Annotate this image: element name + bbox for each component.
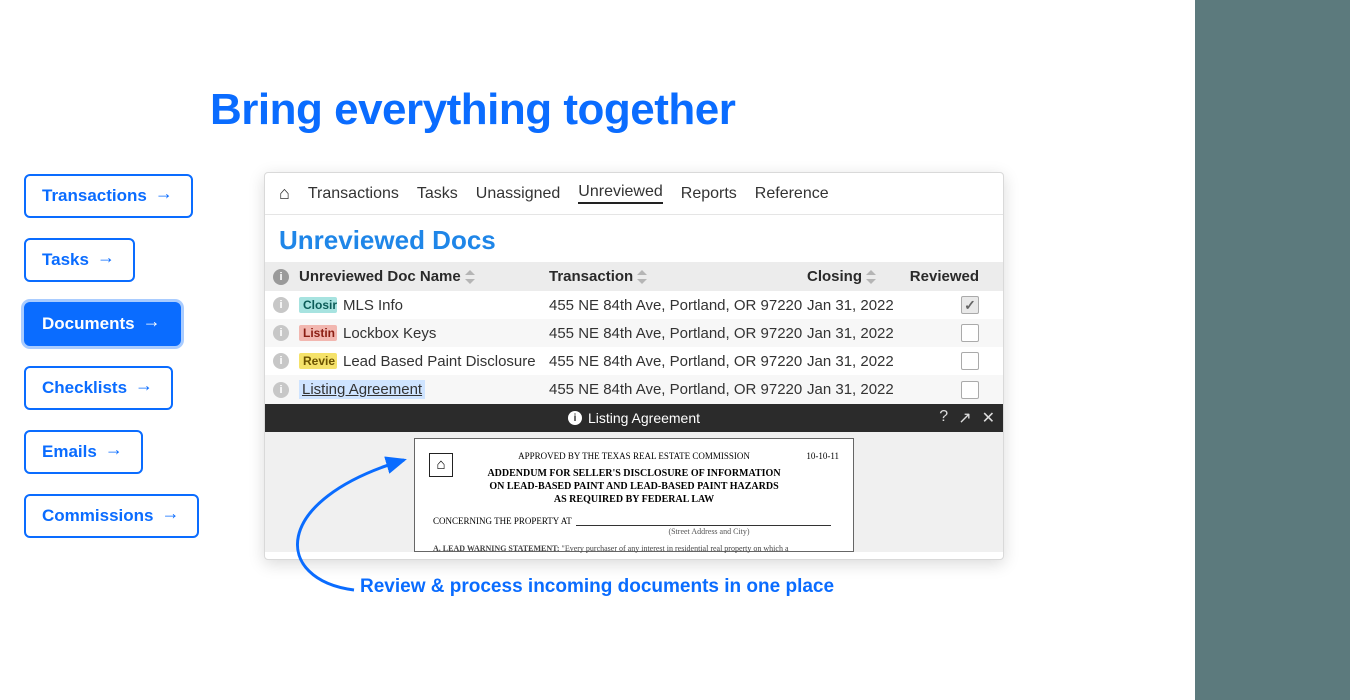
reviewed-checkbox[interactable] bbox=[961, 381, 979, 399]
reviewed-checkbox[interactable] bbox=[961, 352, 979, 370]
closing-cell: Jan 31, 2022 bbox=[807, 381, 899, 398]
preview-title: Listing Agreement bbox=[588, 410, 700, 426]
table-row[interactable]: i Revie Lead Based Paint Disclosure 455 … bbox=[265, 347, 1003, 375]
info-icon: i bbox=[568, 411, 582, 425]
reviewed-checkbox[interactable] bbox=[961, 296, 979, 314]
tab-label: Documents bbox=[42, 314, 135, 334]
tab-label: Tasks bbox=[42, 250, 89, 270]
doc-name: Listing Agreement bbox=[299, 380, 425, 399]
transaction-cell: 455 NE 84th Ave, Portland, OR 97220 bbox=[549, 353, 807, 370]
table-row[interactable]: i Listin Lockbox Keys 455 NE 84th Ave, P… bbox=[265, 319, 1003, 347]
doc-paragraph: A. LEAD WARNING STATEMENT: "Every purcha… bbox=[433, 544, 835, 553]
background-strip bbox=[1195, 0, 1350, 700]
document-page: 10-10-11 APPROVED BY THE TEXAS REAL ESTA… bbox=[414, 438, 854, 552]
arrow-right-icon bbox=[161, 509, 181, 523]
nav-reports[interactable]: Reports bbox=[681, 185, 737, 203]
nav-unreviewed[interactable]: Unreviewed bbox=[578, 183, 662, 204]
stage-tag: Listin bbox=[299, 325, 337, 341]
expand-icon[interactable]: ↗ bbox=[958, 408, 971, 428]
arrow-right-icon bbox=[155, 189, 175, 203]
tab-label: Transactions bbox=[42, 186, 147, 206]
page-headline: Bring everything together bbox=[210, 85, 735, 135]
help-icon[interactable]: ? bbox=[939, 408, 948, 428]
arrow-right-icon bbox=[143, 317, 163, 331]
table-row[interactable]: i Listing Agreement 455 NE 84th Ave, Por… bbox=[265, 375, 1003, 404]
field-sub: (Street Address and City) bbox=[433, 527, 835, 536]
tab-label: Commissions bbox=[42, 506, 153, 526]
info-icon: i bbox=[273, 297, 289, 313]
annotation-arrow bbox=[264, 440, 434, 600]
panel-title: Unreviewed Docs bbox=[265, 215, 1003, 262]
col-closing[interactable]: Closing bbox=[807, 268, 899, 285]
doc-name: Lockbox Keys bbox=[343, 325, 436, 342]
tab-label: Checklists bbox=[42, 378, 127, 398]
tab-tasks[interactable]: Tasks bbox=[24, 238, 135, 282]
nav-reference[interactable]: Reference bbox=[755, 185, 829, 203]
tab-checklists[interactable]: Checklists bbox=[24, 366, 173, 410]
closing-cell: Jan 31, 2022 bbox=[807, 325, 899, 342]
tab-documents[interactable]: Documents bbox=[24, 302, 181, 346]
concerning-field: CONCERNING THE PROPERTY AT bbox=[433, 516, 835, 526]
closing-cell: Jan 31, 2022 bbox=[807, 353, 899, 370]
tab-commissions[interactable]: Commissions bbox=[24, 494, 199, 538]
sort-icon bbox=[866, 270, 876, 284]
info-icon: i bbox=[273, 269, 289, 285]
info-icon: i bbox=[273, 353, 289, 369]
blank-line bbox=[576, 516, 831, 526]
col-transaction[interactable]: Transaction bbox=[549, 268, 807, 285]
feature-tabs: Transactions Tasks Documents Checklists … bbox=[24, 174, 199, 538]
tab-label: Emails bbox=[42, 442, 97, 462]
approved-text: APPROVED BY THE TEXAS REAL ESTATE COMMIS… bbox=[433, 451, 835, 461]
tab-transactions[interactable]: Transactions bbox=[24, 174, 193, 218]
closing-cell: Jan 31, 2022 bbox=[807, 297, 899, 314]
doc-name-cell: Revie Lead Based Paint Disclosure bbox=[299, 353, 549, 370]
doc-name-cell: Listin Lockbox Keys bbox=[299, 325, 549, 342]
col-reviewed: Reviewed bbox=[899, 268, 979, 285]
transaction-cell: 455 NE 84th Ave, Portland, OR 97220 bbox=[549, 325, 807, 342]
preview-header: i Listing Agreement ? ↗ ✕ bbox=[265, 404, 1003, 432]
info-icon: i bbox=[273, 325, 289, 341]
transaction-cell: 455 NE 84th Ave, Portland, OR 97220 bbox=[549, 297, 807, 314]
arrow-right-icon bbox=[135, 381, 155, 395]
stage-tag: Revie bbox=[299, 353, 337, 369]
nav-tasks[interactable]: Tasks bbox=[417, 185, 458, 203]
table-row[interactable]: i Closir MLS Info 455 NE 84th Ave, Portl… bbox=[265, 291, 1003, 319]
nav-transactions[interactable]: Transactions bbox=[308, 185, 399, 203]
info-icon: i bbox=[273, 382, 289, 398]
home-icon[interactable]: ⌂ bbox=[279, 183, 290, 204]
doc-name-cell: Listing Agreement bbox=[299, 380, 549, 399]
arrow-right-icon bbox=[97, 253, 117, 267]
close-icon[interactable]: ✕ bbox=[982, 408, 995, 428]
doc-name-cell: Closir MLS Info bbox=[299, 297, 549, 314]
nav-unassigned[interactable]: Unassigned bbox=[476, 185, 561, 203]
tab-emails[interactable]: Emails bbox=[24, 430, 143, 474]
panel-nav: ⌂ Transactions Tasks Unassigned Unreview… bbox=[265, 173, 1003, 215]
sort-icon bbox=[465, 270, 475, 284]
reviewed-checkbox[interactable] bbox=[961, 324, 979, 342]
stage-tag: Closir bbox=[299, 297, 337, 313]
arrow-right-icon bbox=[105, 445, 125, 459]
sort-icon bbox=[637, 270, 647, 284]
form-number: 10-10-11 bbox=[806, 451, 839, 461]
doc-name: MLS Info bbox=[343, 297, 403, 314]
transaction-cell: 455 NE 84th Ave, Portland, OR 97220 bbox=[549, 381, 807, 398]
doc-name: Lead Based Paint Disclosure bbox=[343, 353, 536, 370]
table-header: i Unreviewed Doc Name Transaction Closin… bbox=[265, 262, 1003, 291]
doc-heading: ADDENDUM FOR SELLER'S DISCLOSURE OF INFO… bbox=[433, 467, 835, 506]
col-name[interactable]: Unreviewed Doc Name bbox=[299, 268, 549, 285]
